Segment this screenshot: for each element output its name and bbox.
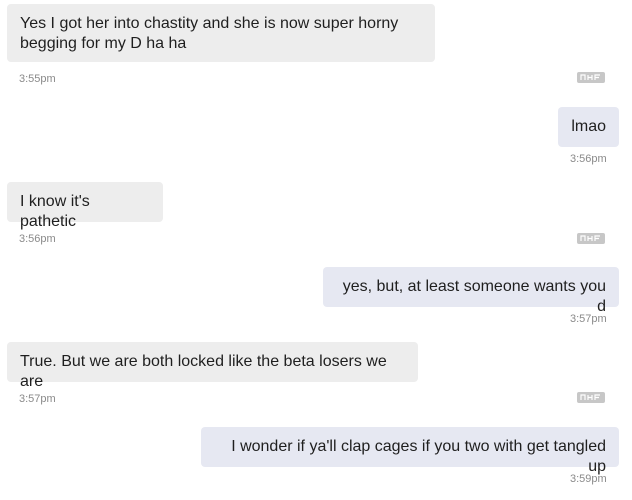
message-timestamp: 3:56pm	[19, 233, 56, 245]
message-bubble-outgoing: I wonder if ya'll clap cages if you two …	[201, 427, 619, 475]
report-icon[interactable]	[577, 392, 605, 403]
message-text: True. But we are both locked like the be…	[20, 353, 387, 390]
message-timestamp: 3:57pm	[19, 393, 56, 405]
message-text: I wonder if ya'll clap cages if you two …	[231, 438, 606, 475]
message-text: Yes I got her into chastity and she is n…	[20, 15, 399, 52]
message-text: I know it's pathetic	[20, 193, 90, 230]
message-bubble-outgoing: yes, but, at least someone wants you d	[323, 267, 619, 315]
message-timestamp: 3:55pm	[19, 73, 56, 85]
message-bubble-incoming: I know it's pathetic	[7, 182, 163, 230]
message-text: lmao	[571, 118, 606, 135]
message-bubble-outgoing: lmao	[558, 107, 619, 147]
message-text: yes, but, at least someone wants you d	[342, 278, 606, 315]
message-timestamp: 3:56pm	[570, 153, 607, 165]
report-icon[interactable]	[577, 233, 605, 244]
message-bubble-incoming: True. But we are both locked like the be…	[7, 342, 418, 390]
message-bubble-incoming: Yes I got her into chastity and she is n…	[7, 4, 435, 62]
message-timestamp: 3:57pm	[570, 313, 607, 325]
report-icon[interactable]	[577, 72, 605, 83]
message-timestamp: 3:59pm	[570, 473, 607, 485]
